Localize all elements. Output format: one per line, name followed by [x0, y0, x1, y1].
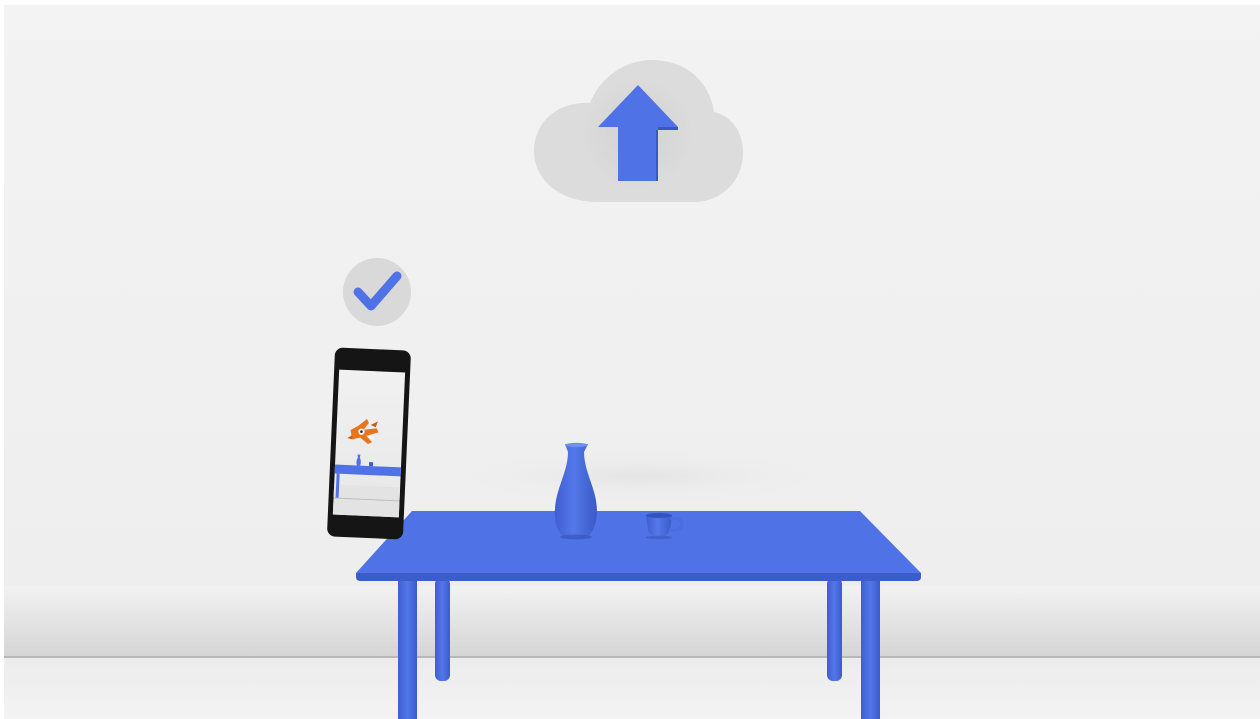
table-top — [356, 511, 921, 573]
table-top-edge — [356, 573, 921, 581]
vase-base-shadow — [560, 534, 592, 540]
vase-rim — [565, 442, 588, 448]
check-badge-circle — [343, 258, 411, 326]
screen-cup — [368, 462, 374, 467]
phone — [327, 347, 411, 540]
frame-top — [0, 0, 1260, 5]
table-shadow — [440, 448, 840, 504]
table-leg-back-right — [827, 578, 842, 681]
cup-rim — [646, 513, 672, 518]
table-leg-front-right — [861, 578, 880, 719]
scene-canvas — [0, 0, 1260, 719]
floor — [0, 586, 1260, 658]
frame-left — [0, 0, 4, 719]
table-leg-front-left — [398, 578, 417, 719]
table-leg-back-left — [435, 578, 450, 681]
floor-lower — [0, 658, 1260, 719]
cup-saucer-shadow — [646, 535, 672, 540]
scene — [0, 0, 1260, 719]
checkmark-badge — [343, 258, 411, 326]
floor-edge — [0, 656, 1260, 658]
